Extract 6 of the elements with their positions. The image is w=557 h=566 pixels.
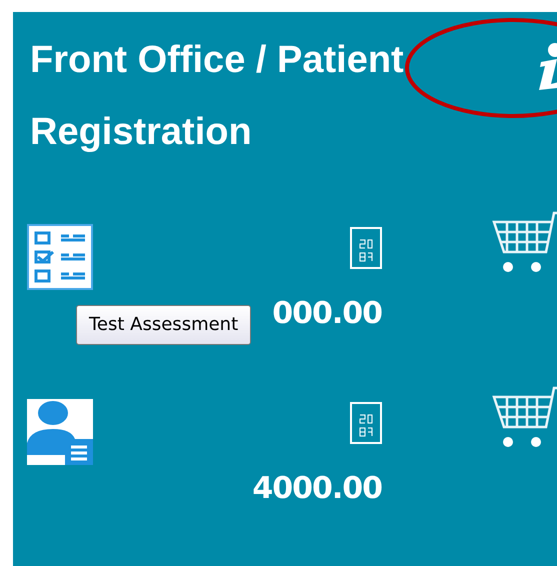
patient-record-icon[interactable] bbox=[27, 399, 93, 465]
panel-title: Front Office / Patient Registration bbox=[29, 38, 405, 155]
price-text: 4000.00 bbox=[252, 470, 382, 508]
price-text: 000.00 bbox=[272, 295, 382, 333]
checklist-icon[interactable] bbox=[27, 224, 93, 290]
tooltip: Test Assessment bbox=[76, 305, 252, 345]
